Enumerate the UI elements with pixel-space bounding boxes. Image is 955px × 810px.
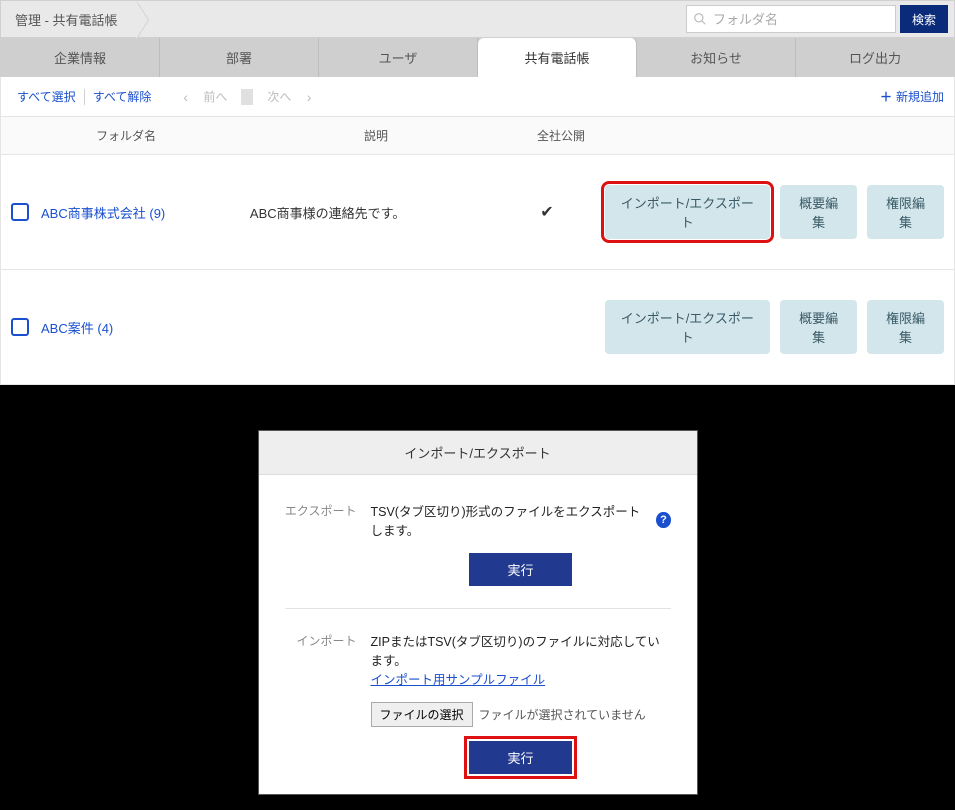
add-new[interactable]: ＋ 新規追加 (880, 88, 944, 105)
import-label: インポート (285, 631, 357, 774)
tab-company[interactable]: 企業情報 (1, 38, 160, 77)
import-export-button[interactable]: インポート/エクスポート (605, 300, 771, 354)
row-desc: ABC商事様の連絡先です。 (250, 203, 490, 222)
chevron-right-icon: › (301, 89, 318, 105)
pager-prev[interactable]: ‹ 前へ (171, 88, 239, 105)
modal-title: インポート/エクスポート (259, 431, 697, 475)
toolbar: すべて選択 すべて解除 ‹ 前へ 次へ › ＋ 新規追加 (0, 77, 955, 117)
check-icon: ✔ (540, 204, 553, 221)
file-status: ファイルが選択されていません (479, 706, 646, 723)
search-box[interactable] (686, 5, 896, 33)
sample-file-link[interactable]: インポート用サンプルファイル (371, 673, 546, 687)
divider (84, 89, 85, 105)
tab-shared-phonebook[interactable]: 共有電話帳 (478, 38, 637, 77)
select-all[interactable]: すべて選択 (11, 85, 82, 108)
import-export-button[interactable]: インポート/エクスポート (605, 185, 771, 239)
edit-permissions-button[interactable]: 権限編集 (867, 300, 944, 354)
tab-department[interactable]: 部署 (160, 38, 319, 77)
breadcrumb: 管理 - 共有電話帳 (1, 1, 136, 37)
edit-permissions-button[interactable]: 権限編集 (867, 185, 944, 239)
header-bar: 管理 - 共有電話帳 検索 (0, 0, 955, 38)
pager: ‹ 前へ 次へ › (171, 88, 323, 105)
table-row: ABC案件 (4) インポート/エクスポート 概要編集 権限編集 (0, 270, 955, 385)
choose-file-button[interactable]: ファイルの選択 (371, 702, 473, 727)
col-name: フォルダ名 (1, 127, 251, 144)
folder-link[interactable]: ABC商事株式会社 (9) (41, 206, 165, 221)
import-text: ZIPまたはTSV(タブ区切り)のファイルに対応しています。 (371, 631, 671, 669)
help-icon[interactable]: ? (656, 512, 670, 528)
import-execute-button[interactable]: 実行 (469, 741, 571, 774)
export-label: エクスポート (285, 501, 357, 586)
edit-summary-button[interactable]: 概要編集 (780, 300, 857, 354)
edit-summary-button[interactable]: 概要編集 (780, 185, 857, 239)
search-button[interactable]: 検索 (900, 5, 948, 33)
folder-link[interactable]: ABC案件 (4) (41, 321, 113, 336)
row-checkbox[interactable] (11, 203, 29, 221)
divider (241, 89, 253, 105)
plus-icon: ＋ (880, 88, 892, 105)
col-public: 全社公開 (501, 127, 621, 144)
column-header: フォルダ名 説明 全社公開 (0, 117, 955, 155)
row-checkbox[interactable] (11, 318, 29, 336)
tab-announcements[interactable]: お知らせ (637, 38, 796, 77)
deselect-all[interactable]: すべて解除 (87, 85, 158, 108)
chevron-left-icon: ‹ (177, 89, 194, 105)
search-icon (693, 12, 707, 26)
table-row: ABC商事株式会社 (9) ABC商事様の連絡先です。 ✔ インポート/エクスポ… (0, 155, 955, 270)
divider (285, 608, 671, 609)
tabs: 企業情報 部署 ユーザ 共有電話帳 お知らせ ログ出力 (0, 38, 955, 77)
import-export-modal: インポート/エクスポート エクスポート TSV(タブ区切り)形式のファイルをエク… (258, 430, 698, 795)
search-input[interactable] (707, 12, 889, 27)
tab-log-output[interactable]: ログ出力 (796, 38, 954, 77)
col-desc: 説明 (251, 127, 501, 144)
tab-user[interactable]: ユーザ (319, 38, 478, 77)
row-public: ✔ (490, 202, 605, 222)
export-execute-button[interactable]: 実行 (469, 553, 571, 586)
breadcrumb-text: 管理 - 共有電話帳 (15, 10, 118, 29)
export-text: TSV(タブ区切り)形式のファイルをエクスポートします。 (371, 501, 651, 539)
pager-next[interactable]: 次へ › (255, 88, 323, 105)
